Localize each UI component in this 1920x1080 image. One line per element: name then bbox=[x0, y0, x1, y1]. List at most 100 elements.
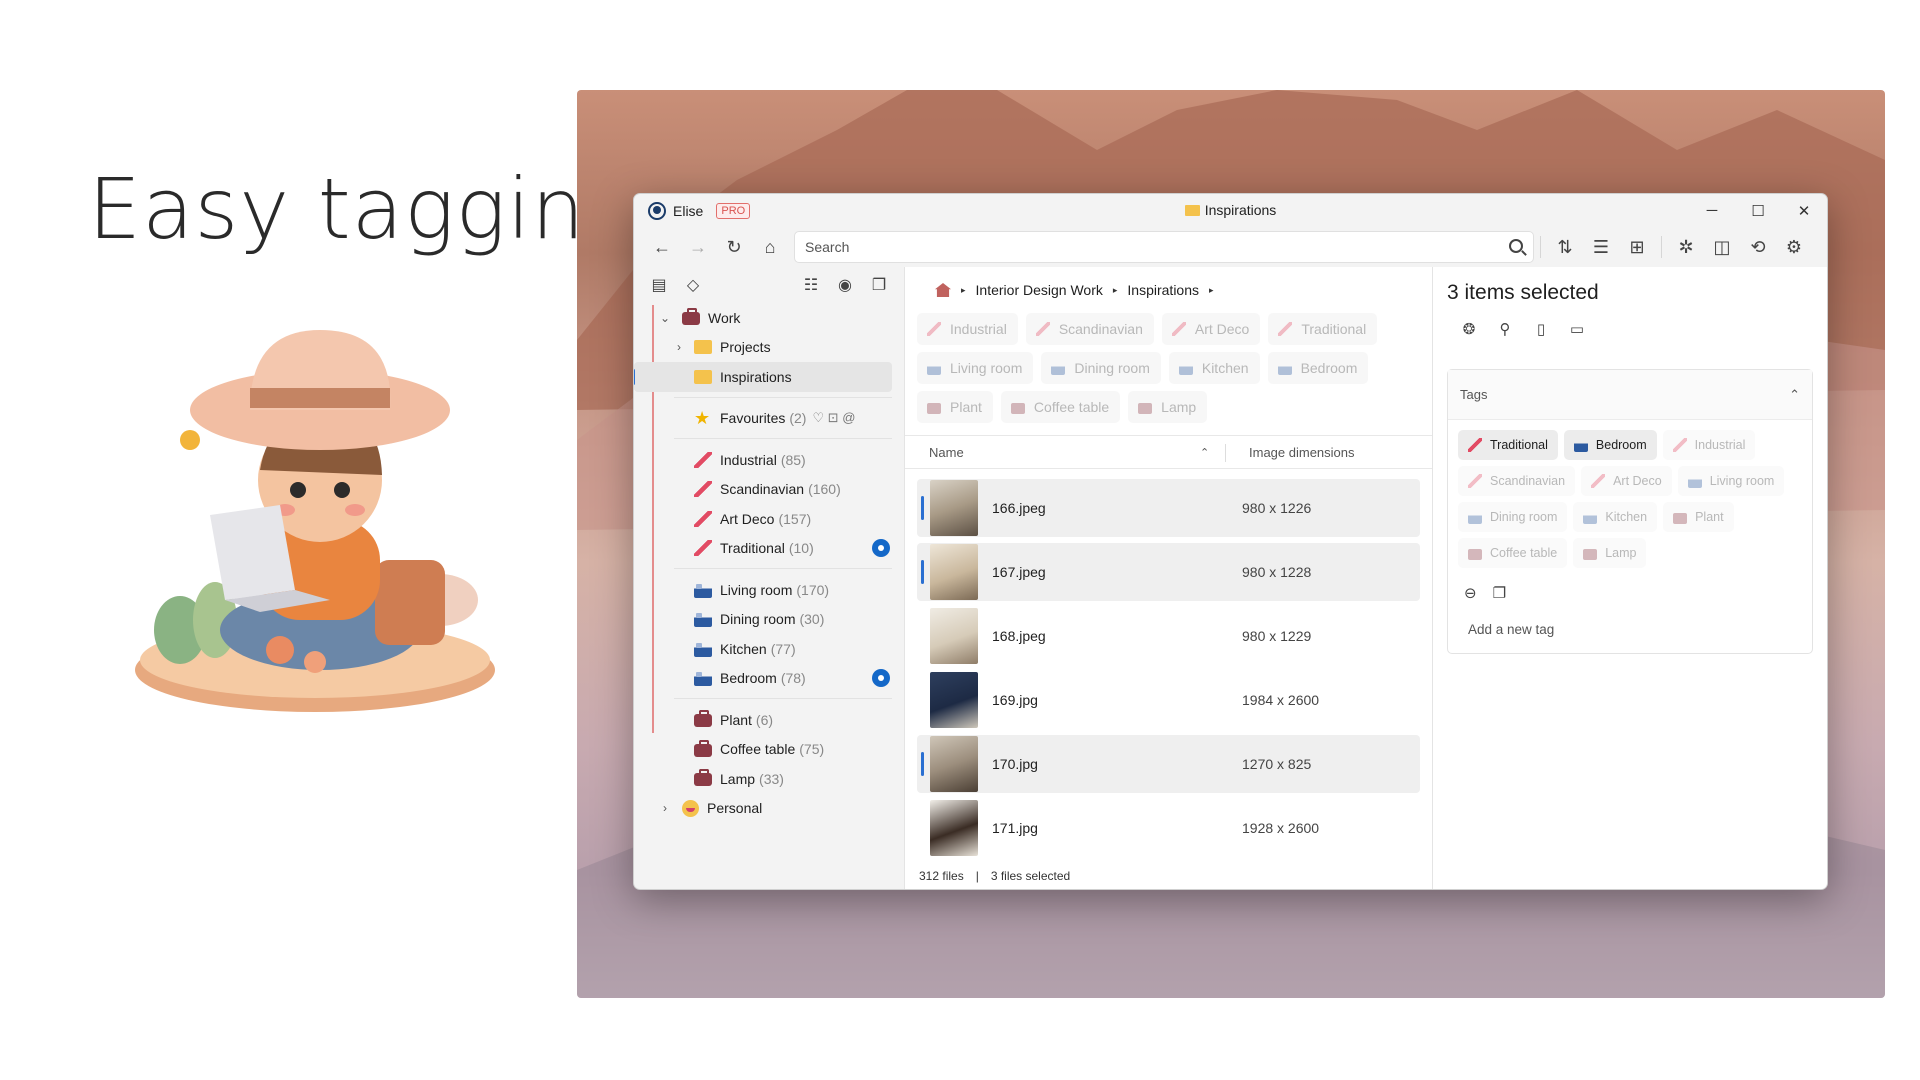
tag-chip[interactable]: Lamp bbox=[1573, 538, 1647, 568]
tree-item-tag[interactable]: Coffee table (75) bbox=[634, 735, 904, 765]
tree-item-tag[interactable]: Scandinavian (160) bbox=[634, 475, 904, 505]
breadcrumb-item[interactable]: Interior Design Work bbox=[976, 282, 1103, 298]
tag-chip[interactable]: Living room bbox=[917, 352, 1034, 384]
tag-chip[interactable]: Traditional bbox=[1458, 430, 1558, 460]
tag-chip[interactable]: Coffee table bbox=[1458, 538, 1568, 568]
tree-item-tag[interactable]: Traditional (10) bbox=[634, 534, 904, 564]
pinned-badge-icon[interactable] bbox=[872, 669, 890, 688]
tag-chip[interactable]: Industrial bbox=[1662, 430, 1756, 460]
bed-icon bbox=[694, 670, 712, 687]
sort-icon[interactable]: ⇅ bbox=[1547, 231, 1583, 263]
table-row[interactable]: 171.jpg 1928 x 2600 bbox=[917, 799, 1420, 857]
tag-chip[interactable]: Traditional bbox=[1268, 313, 1378, 345]
table-row[interactable]: 169.jpg 1984 x 2600 bbox=[917, 671, 1420, 729]
document-icon[interactable]: ▯ bbox=[1531, 319, 1551, 339]
close-button[interactable]: ✕ bbox=[1781, 194, 1827, 227]
back-icon[interactable]: ← bbox=[644, 231, 680, 263]
search-input[interactable]: Search bbox=[794, 231, 1534, 263]
archive-icon[interactable]: ▤ bbox=[644, 269, 674, 301]
tag-chip[interactable]: Bedroom bbox=[1267, 352, 1369, 384]
tree-item-tag[interactable]: Art Deco (157) bbox=[634, 504, 904, 534]
tree-item-tag[interactable]: Lamp (33) bbox=[634, 764, 904, 794]
tree-item-tag[interactable]: Bedroom (78) bbox=[634, 664, 904, 694]
image-thumbnail[interactable] bbox=[930, 544, 978, 600]
maximize-button[interactable]: ☐ bbox=[1735, 194, 1781, 227]
image-thumbnail[interactable] bbox=[930, 480, 978, 536]
tree-item-favourites[interactable]: ★ Favourites (2) ♡ ⊡ @ bbox=[634, 404, 904, 434]
grid-view-icon[interactable]: ⊞ bbox=[1619, 231, 1655, 263]
tree-item-tag[interactable]: Dining room (30) bbox=[634, 605, 904, 635]
tag-icon[interactable]: ◇ bbox=[678, 269, 708, 301]
tree-item-tag[interactable]: Living room (170) bbox=[634, 575, 904, 605]
tree-item-inspirations[interactable]: Inspirations bbox=[634, 362, 892, 392]
tag-chip[interactable]: Plant bbox=[917, 391, 993, 423]
tag-chip[interactable]: Art Deco bbox=[1161, 313, 1261, 345]
tag-chip[interactable]: Bedroom bbox=[1563, 430, 1657, 460]
tree-item-tag[interactable]: Kitchen (77) bbox=[634, 634, 904, 664]
tag-chip[interactable]: Lamp bbox=[1128, 391, 1208, 423]
tag-chip[interactable]: Dining room bbox=[1041, 352, 1161, 384]
chevron-right-icon[interactable]: › bbox=[672, 340, 686, 354]
copy-tags-icon[interactable]: ❐ bbox=[1493, 584, 1506, 602]
search-icon[interactable] bbox=[1509, 239, 1523, 253]
file-dimensions: 1270 x 825 bbox=[1242, 756, 1312, 772]
column-divider[interactable] bbox=[1225, 444, 1226, 462]
pin-icon[interactable]: ⚲ bbox=[1495, 319, 1515, 339]
tag-chip[interactable]: Scandinavian bbox=[1458, 466, 1576, 496]
table-row[interactable]: 168.jpeg 980 x 1229 bbox=[917, 607, 1420, 665]
image-thumbnail[interactable] bbox=[930, 800, 978, 856]
sort-ascending-icon[interactable]: ⌃ bbox=[1200, 446, 1209, 459]
tree-item-tag[interactable]: Industrial (85) bbox=[634, 445, 904, 475]
tag-chip[interactable]: Dining room bbox=[1458, 502, 1568, 532]
tag-chip[interactable]: Industrial bbox=[917, 313, 1018, 345]
toolbar-divider bbox=[1540, 236, 1541, 258]
image-thumbnail[interactable] bbox=[930, 736, 978, 792]
home-icon[interactable] bbox=[935, 283, 951, 297]
checklist-icon[interactable]: ☷ bbox=[796, 269, 826, 301]
tree-item-tag[interactable]: Plant (6) bbox=[634, 705, 904, 735]
table-row[interactable]: 166.jpeg 980 x 1226 bbox=[917, 479, 1420, 537]
table-row[interactable]: 167.jpeg 980 x 1228 bbox=[917, 543, 1420, 601]
refresh-icon[interactable]: ↻ bbox=[716, 231, 752, 263]
home-icon[interactable]: ⌂ bbox=[752, 231, 788, 263]
tag-chip[interactable]: Coffee table bbox=[1000, 391, 1121, 423]
tags-section-header[interactable]: Tags ⌃ bbox=[1448, 370, 1812, 420]
tree-label: Art Deco bbox=[720, 510, 775, 527]
toolbar: ← → ↻ ⌂ Search ⇅ ☰ ⊞ ✲ ◫ ⟲ ⚙ bbox=[634, 227, 1827, 267]
tree-divider bbox=[674, 433, 892, 439]
table-row[interactable]: 170.jpg 1270 x 825 bbox=[917, 735, 1420, 793]
tag-chip[interactable]: Living room bbox=[1677, 466, 1785, 496]
copy-icon[interactable]: ❐ bbox=[864, 269, 894, 301]
list-view-icon[interactable]: ☰ bbox=[1583, 231, 1619, 263]
add-tag-input[interactable]: Add a new tag bbox=[1448, 614, 1812, 653]
remove-tag-icon[interactable]: ⊖ bbox=[1464, 584, 1477, 602]
tag-chip[interactable]: Plant bbox=[1663, 502, 1734, 532]
tag-chip[interactable]: Kitchen bbox=[1573, 502, 1658, 532]
user-menu[interactable]: Elise PRO bbox=[648, 201, 751, 220]
filter-icons[interactable]: ♡ ⊡ @ bbox=[812, 410, 855, 426]
settings-gear-icon[interactable]: ⚙ bbox=[1776, 231, 1812, 263]
tag-chip[interactable]: Scandinavian bbox=[1025, 313, 1154, 345]
column-dimensions[interactable]: Image dimensions bbox=[1249, 445, 1355, 460]
minimize-button[interactable]: ─ bbox=[1689, 194, 1735, 227]
chevron-right-icon[interactable]: › bbox=[658, 801, 672, 815]
tree-item-work[interactable]: ⌄ Work bbox=[634, 303, 904, 333]
tag-chip[interactable]: Kitchen bbox=[1168, 352, 1260, 384]
chevron-down-icon[interactable]: ⌄ bbox=[658, 311, 672, 325]
card-icon[interactable]: ▭ bbox=[1567, 319, 1587, 339]
image-thumbnail[interactable] bbox=[930, 608, 978, 664]
panel-icon[interactable]: ◫ bbox=[1704, 231, 1740, 263]
column-name[interactable]: Name bbox=[929, 445, 964, 460]
pinned-badge-icon[interactable] bbox=[872, 539, 890, 558]
chevron-up-icon[interactable]: ⌃ bbox=[1789, 387, 1800, 403]
tree-item-projects[interactable]: › Projects bbox=[634, 333, 904, 363]
history-icon[interactable]: ⟲ bbox=[1740, 231, 1776, 263]
brain-icon[interactable]: ❂ bbox=[1459, 319, 1479, 339]
graph-icon[interactable]: ✲ bbox=[1668, 231, 1704, 263]
image-thumbnail[interactable] bbox=[930, 672, 978, 728]
tag-chip[interactable]: Art Deco bbox=[1581, 466, 1672, 496]
tree-item-personal[interactable]: › Personal bbox=[634, 794, 904, 824]
breadcrumb-item[interactable]: Inspirations bbox=[1127, 282, 1199, 298]
forward-icon[interactable]: → bbox=[680, 231, 716, 263]
eye-icon[interactable]: ◉ bbox=[830, 269, 860, 301]
